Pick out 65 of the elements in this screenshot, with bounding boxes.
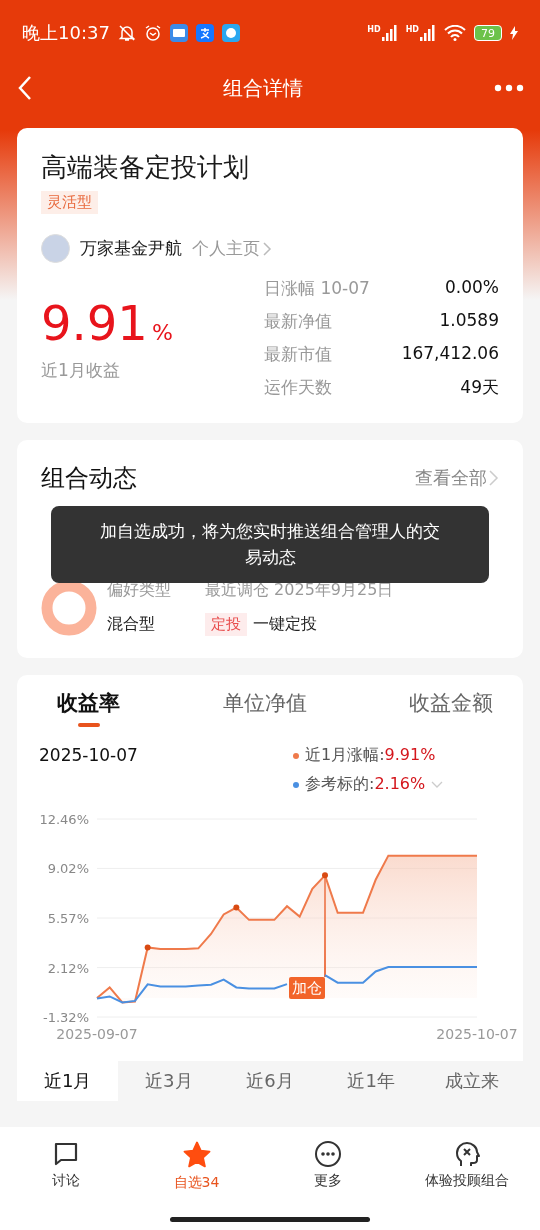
pay-app-icon bbox=[195, 24, 214, 42]
chevron-right-icon bbox=[262, 241, 272, 256]
back-button[interactable] bbox=[18, 75, 32, 101]
more-circle-icon bbox=[313, 1140, 342, 1168]
field-value: 混合型 bbox=[107, 614, 156, 635]
nav-item[interactable]: 自选34 bbox=[156, 1139, 237, 1193]
data-point bbox=[144, 944, 151, 951]
axis-label: 12.46% bbox=[39, 812, 89, 827]
section-title: 组合动态 bbox=[41, 463, 137, 494]
axis-label: -1.32% bbox=[43, 1010, 89, 1025]
axis-label: 2025-09-07 bbox=[56, 1026, 138, 1042]
stat-label: 日涨幅 10-07 bbox=[264, 277, 370, 300]
chart-tab[interactable]: 单位净值 bbox=[222, 689, 307, 727]
chart-tab[interactable]: 收益金额 bbox=[409, 689, 493, 727]
chevron-right-icon bbox=[487, 469, 499, 487]
return-unit: % bbox=[151, 319, 173, 345]
stat-label: 最新市值 bbox=[264, 343, 332, 366]
alarm-icon bbox=[143, 24, 162, 42]
more-button[interactable] bbox=[494, 84, 524, 92]
return-label: 近1月收益 bbox=[41, 358, 121, 382]
data-point bbox=[322, 872, 328, 879]
toast-message: 加自选成功，将为您实时推送组合管理人的交易动态 bbox=[51, 506, 489, 583]
stat-label: 最新净值 bbox=[264, 310, 332, 333]
chart-date: 2025-10-07 bbox=[39, 745, 138, 767]
axis-label: 2.12% bbox=[47, 960, 89, 976]
return-value: 9.91 bbox=[41, 294, 148, 351]
chat-app-icon bbox=[221, 24, 240, 42]
manager-name: 万家基金尹航 bbox=[80, 237, 182, 260]
annotation-tag: 加仓 bbox=[289, 977, 325, 999]
network-label: HD bbox=[367, 25, 381, 34]
nav-item[interactable]: 体验投顾组合 bbox=[418, 1139, 515, 1193]
legend-label: 参考标的:2.16% bbox=[305, 774, 426, 795]
invest-tag: 定投 bbox=[205, 613, 247, 636]
period-tab[interactable]: 近1月 bbox=[17, 1061, 119, 1101]
page-title: 组合详情 bbox=[223, 74, 303, 102]
signal-icon bbox=[381, 25, 398, 41]
star-icon bbox=[181, 1140, 212, 1170]
signal-icon bbox=[420, 25, 436, 41]
stat-value: 167,412.06 bbox=[401, 343, 499, 365]
plan-title: 高端装备定投计划 bbox=[41, 151, 250, 184]
axis-label: 2025-10-07 bbox=[436, 1026, 518, 1042]
wifi-icon bbox=[444, 25, 466, 41]
axis-label: 5.57% bbox=[47, 911, 89, 926]
avatar bbox=[41, 234, 70, 263]
data-point bbox=[233, 904, 240, 911]
charging-icon bbox=[510, 26, 518, 40]
donut-icon bbox=[41, 580, 97, 636]
field-label: 偏好类型 bbox=[107, 580, 172, 601]
stat-value: 0.00% bbox=[445, 277, 499, 299]
status-time: 晚上10:37 bbox=[22, 21, 110, 45]
nav-item[interactable]: 更多 bbox=[287, 1139, 368, 1193]
wallet-app-icon bbox=[169, 24, 188, 42]
stat-value: 49天 bbox=[460, 376, 499, 399]
view-all-link[interactable]: 查看全部 bbox=[415, 466, 499, 490]
stat-value: 1.0589 bbox=[439, 310, 499, 332]
legend-label: 近1月涨幅:9.91% bbox=[305, 745, 436, 766]
axis-label: 9.02% bbox=[47, 861, 89, 877]
plan-type-tag: 灵活型 bbox=[41, 191, 98, 214]
bell-off-icon bbox=[117, 24, 136, 42]
chart-tab[interactable]: 收益率 bbox=[57, 689, 120, 727]
battery-indicator: 79 bbox=[474, 25, 502, 41]
network-label: HD bbox=[405, 25, 419, 34]
stat-label: 运作天数 bbox=[264, 376, 332, 399]
nav-item[interactable]: 讨论 bbox=[25, 1139, 106, 1193]
action-text: 一键定投 bbox=[253, 614, 317, 635]
